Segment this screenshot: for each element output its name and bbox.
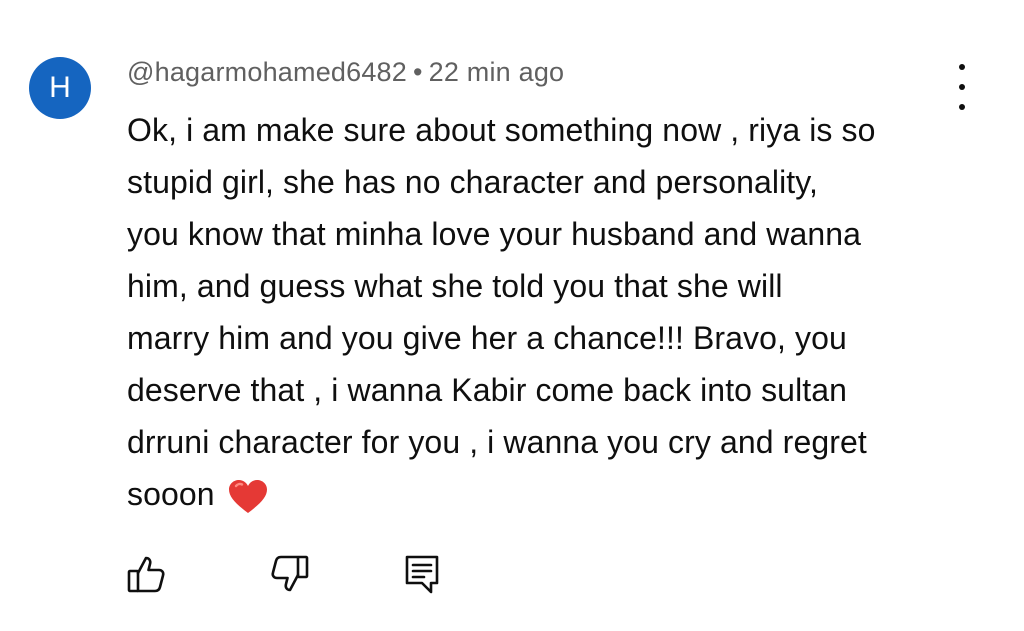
thumb-up-icon: [127, 556, 165, 593]
thumb-down-icon: [271, 555, 309, 592]
comment-header: @hagarmohamed6482 • 22 min ago: [127, 57, 564, 88]
more-vert-icon-dot: [959, 84, 965, 90]
author-handle[interactable]: @hagarmohamed6482: [127, 57, 407, 87]
meta-separator: •: [413, 57, 423, 87]
comment-time: 22 min ago: [428, 57, 565, 87]
avatar[interactable]: H: [29, 57, 91, 119]
comment-text-line: drruni character for you , i wanna you c…: [127, 424, 867, 460]
heart-emoji-icon: [228, 479, 267, 513]
more-vert-icon-dot: [959, 64, 965, 70]
comment-text-line: you know that minha love your husband an…: [127, 216, 862, 252]
comment-text-line: Ok, i am make sure about something now ,…: [127, 112, 876, 148]
comment-text-line: sooon: [127, 476, 215, 512]
like-button[interactable]: [124, 552, 168, 596]
comment-text-line: him, and guess what she told you that sh…: [127, 268, 783, 304]
comment-text-last-line: sooon: [127, 468, 967, 520]
comment-text-line: marry him and you give her a chance!!! B…: [127, 320, 847, 356]
comment-text-line: deserve that , i wanna Kabir come back i…: [127, 372, 848, 408]
dislike-button[interactable]: [268, 552, 312, 596]
avatar-letter: H: [49, 71, 71, 104]
comment-text-line: stupid girl, she has no character and pe…: [127, 164, 819, 200]
comment-item: H @hagarmohamed6482 • 22 min ago Ok, i am …: [0, 0, 1024, 631]
reply-comment-icon: [405, 555, 439, 594]
reply-button[interactable]: [400, 552, 444, 596]
comment-text: Ok, i am make sure about something now ,…: [127, 104, 967, 520]
